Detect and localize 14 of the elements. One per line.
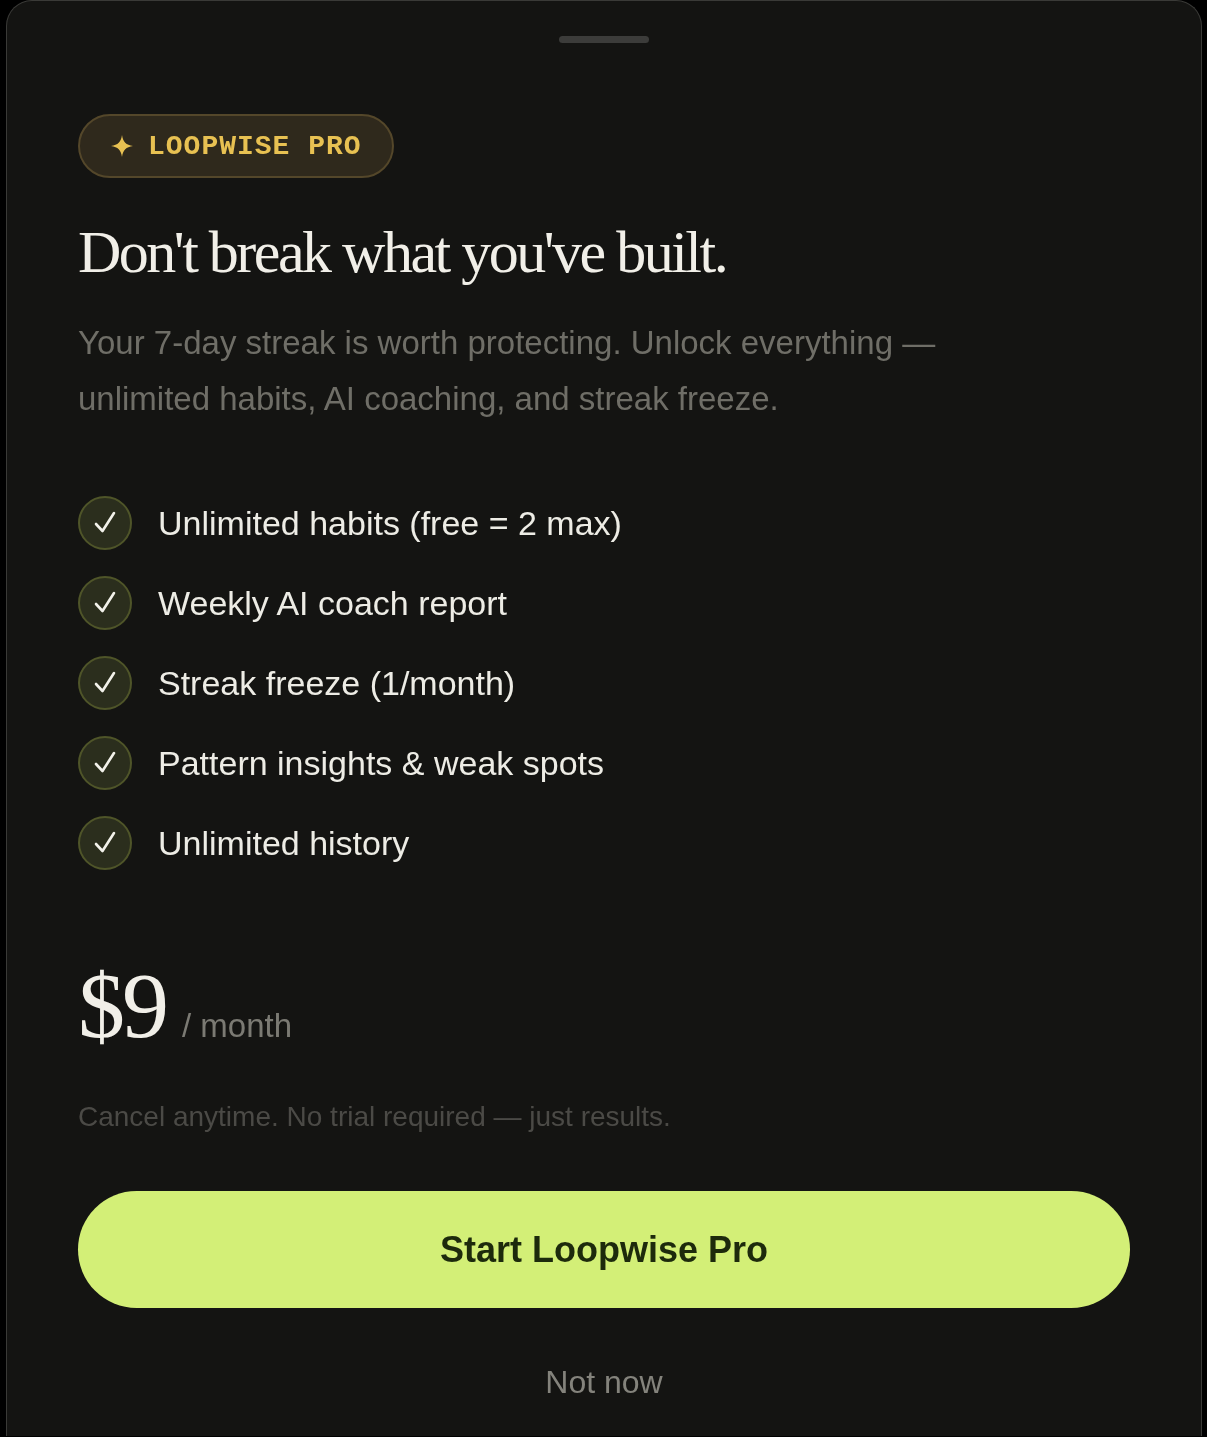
start-pro-button[interactable]: Start Loopwise Pro — [78, 1191, 1130, 1308]
subtitle: Your 7-day streak is worth protecting. Unlock everything — unlimited habits, AI coaching, and streak freeze. — [78, 323, 937, 419]
feature-label: Unlimited history — [158, 823, 410, 863]
not-now-button[interactable]: Not now — [545, 1362, 663, 1402]
feature-label: Pattern insights & weak spots — [158, 743, 604, 783]
price-period: / month — [182, 1007, 293, 1045]
sparkle-icon — [111, 135, 133, 157]
badge-label: LOOPWISE PRO — [148, 130, 362, 162]
drag-handle[interactable] — [559, 36, 649, 43]
feature-label: Weekly AI coach report — [158, 583, 507, 623]
feature-label: Streak freeze (1/month) — [158, 663, 516, 703]
price-amount: $9 — [78, 957, 166, 1053]
feature-label: Unlimited habits (free = 2 max) — [158, 503, 622, 543]
headline: Don't break what you've built. — [78, 218, 727, 287]
